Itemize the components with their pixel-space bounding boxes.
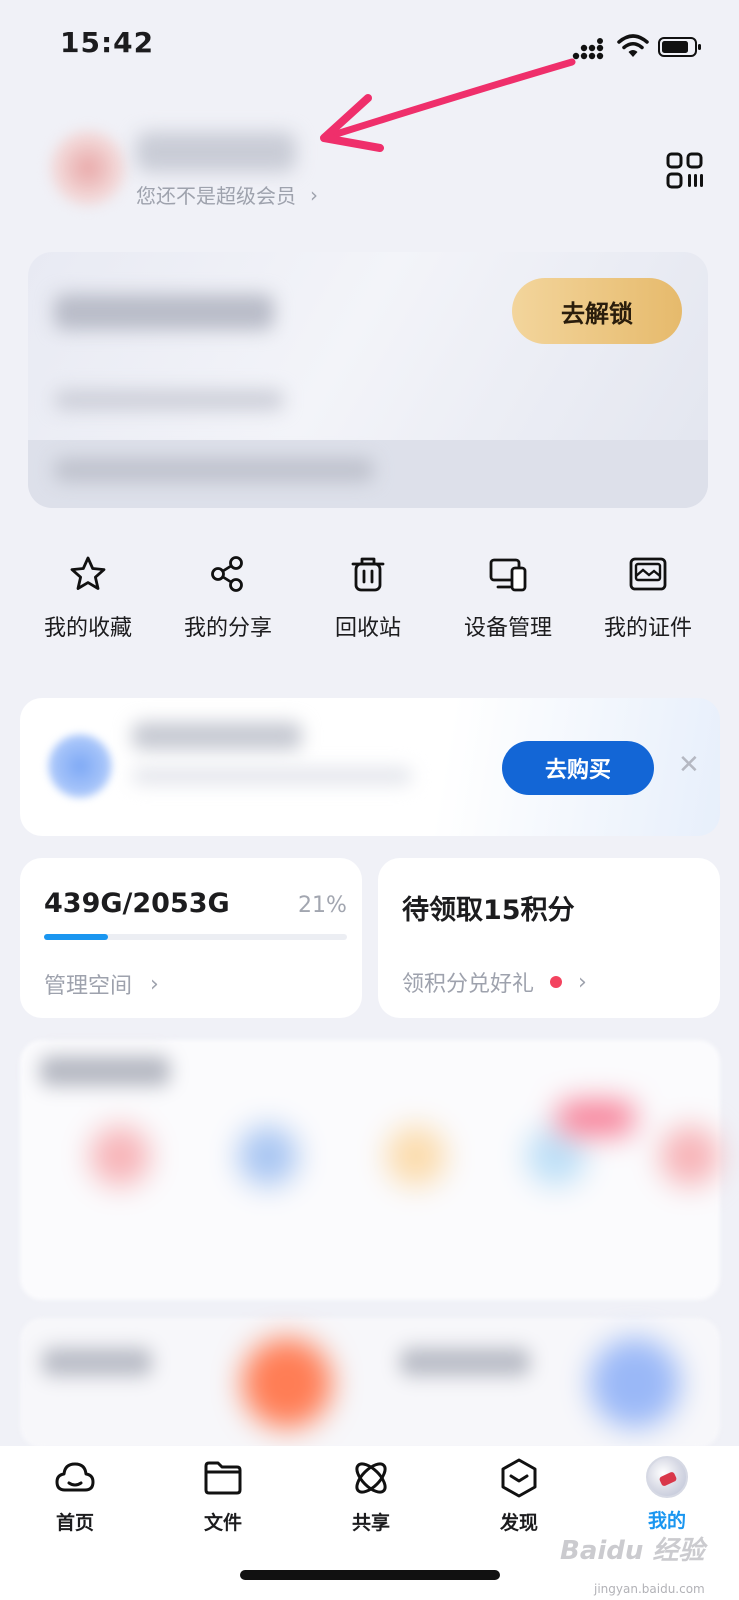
tab-label: 文件 [203, 1512, 242, 1534]
notification-dot [550, 976, 563, 988]
quick-action-label: 设备管理 [463, 616, 552, 641]
vip-status-text: 您还不是超级会员 [136, 184, 296, 208]
storage-usage: 439G/2053G [44, 888, 230, 919]
star-icon [70, 556, 106, 590]
manage-space-label: 管理空间 [44, 974, 133, 999]
blurred-service-icon [386, 1126, 446, 1186]
promo-icon [48, 734, 112, 798]
status-time: 15:42 [60, 26, 155, 59]
home-indicator [240, 1570, 500, 1580]
tab-label: 我的 [647, 1510, 686, 1532]
vip-card-desc-blurred [54, 390, 284, 410]
scan-qr-icon[interactable] [666, 152, 704, 190]
quick-action-label: 我的分享 [183, 616, 272, 641]
share-orbit-icon [355, 1462, 387, 1494]
manage-space-link[interactable]: 管理空间 › [44, 968, 159, 1000]
cellular-signal-icon [572, 38, 604, 60]
profile-name-blurred [136, 132, 296, 172]
blurred-card-image [590, 1338, 680, 1428]
tab-discover[interactable]: 发现 [464, 1456, 574, 1535]
profile-avatar[interactable] [50, 130, 126, 206]
tab-me[interactable]: 我的 [612, 1456, 722, 1533]
tab-label: 发现 [499, 1512, 538, 1534]
blurred-section-title [40, 1056, 170, 1086]
blurred-service-icon [90, 1126, 150, 1186]
blurred-card-title [400, 1348, 530, 1376]
redeem-points-label: 领积分兑好礼 [402, 972, 535, 997]
blurred-services-card [20, 1040, 720, 1300]
blurred-service-icon [660, 1126, 720, 1186]
vip-card-title-blurred [54, 294, 274, 330]
blurred-badge [556, 1100, 636, 1136]
quick-action-devices[interactable]: 设备管理 [438, 554, 578, 642]
wifi-icon [617, 34, 649, 57]
chevron-right-icon: › [578, 969, 587, 995]
vip-card-footer-text-blurred [54, 458, 374, 482]
chevron-right-icon: › [150, 971, 159, 997]
quick-action-label: 我的收藏 [43, 616, 132, 641]
buy-button[interactable]: 去购买 [502, 741, 654, 795]
storage-percent: 21% [298, 893, 347, 918]
tab-label: 共享 [351, 1512, 390, 1534]
quick-action-label: 我的证件 [603, 616, 692, 641]
trash-icon [351, 557, 385, 592]
vip-status-link[interactable]: 您还不是超级会员 › [136, 180, 318, 209]
tab-files[interactable]: 文件 [168, 1456, 278, 1535]
id-card-icon [629, 557, 667, 591]
promo-title-blurred [132, 722, 302, 750]
tab-share[interactable]: 共享 [316, 1456, 426, 1535]
blurred-recommend-card [20, 1318, 720, 1448]
tab-label: 首页 [55, 1512, 94, 1534]
discover-box-icon [501, 1458, 537, 1498]
blurred-service-icon [238, 1126, 298, 1186]
watermark-url: jingyan.baidu.com [594, 1582, 705, 1596]
cloud-icon [55, 1462, 95, 1492]
close-icon[interactable]: ✕ [678, 750, 700, 780]
quick-action-shares[interactable]: 我的分享 [158, 554, 298, 642]
watermark-brand: Baidu 经验 [560, 1536, 705, 1566]
quick-action-recycle-bin[interactable]: 回收站 [298, 554, 438, 642]
annotation-arrow [320, 58, 576, 152]
points-title: 待领取15积分 [402, 895, 575, 926]
avatar-icon [646, 1456, 688, 1498]
chevron-right-icon: › [310, 182, 318, 207]
quick-action-favorites[interactable]: 我的收藏 [18, 554, 158, 642]
unlock-button[interactable]: 去解锁 [512, 278, 682, 344]
storage-progress-fill [44, 934, 108, 940]
share-icon [211, 556, 243, 592]
folder-icon [204, 1461, 242, 1495]
blurred-card-image [242, 1338, 332, 1428]
devices-icon [489, 558, 527, 592]
quick-action-label: 回收站 [334, 616, 401, 641]
battery-icon [658, 37, 701, 57]
promo-desc-blurred [132, 768, 412, 784]
quick-action-id-documents[interactable]: 我的证件 [578, 554, 718, 642]
tab-home[interactable]: 首页 [20, 1456, 130, 1535]
redeem-points-link[interactable]: 领积分兑好礼 › [402, 966, 587, 998]
blurred-card-title [42, 1348, 152, 1376]
